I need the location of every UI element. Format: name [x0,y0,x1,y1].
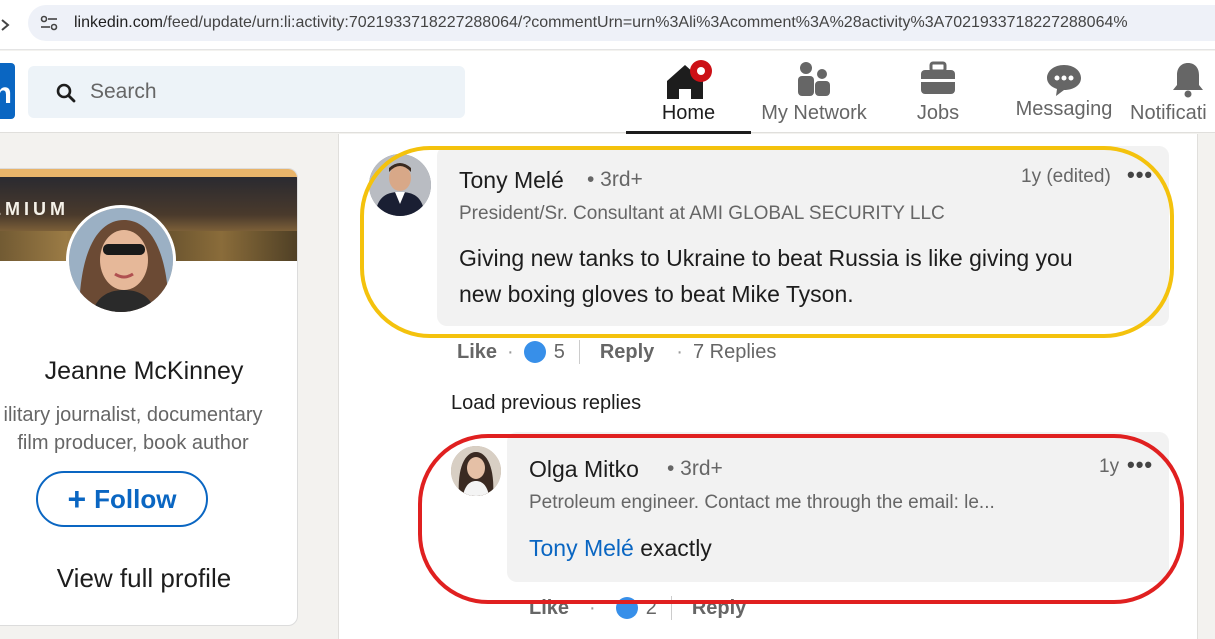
network-icon [798,62,830,96]
follow-button[interactable]: + Follow [36,471,208,527]
nav-my-network-label: My Network [761,102,867,124]
url-text[interactable]: linkedin.com/feed/update/urn:li:activity… [74,14,1128,32]
comment-timestamp: 1y (edited) [1021,166,1111,187]
comment-actions: Like · 5 Reply · 7 Replies [457,340,776,364]
like-reaction-icon[interactable] [615,597,638,619]
url-host: linkedin.com [74,14,163,31]
comment-avatar[interactable] [369,154,431,216]
premium-badge: EMIUM [0,199,69,219]
profile-avatar[interactable] [66,205,176,315]
follow-button-label: Follow [94,483,177,514]
site-settings-icon[interactable] [40,15,58,31]
nav-messaging[interactable]: Messaging [1010,57,1118,133]
messaging-icon [1047,65,1081,96]
reply-text: Tony Melé exactly [529,530,712,566]
profile-headline-line1: ilitary journalist, documentary [3,404,263,426]
profile-name[interactable]: Jeanne McKinney [11,357,277,386]
reply-bubble: Olga Mitko • 3rd+ 1y ••• Petroleum engin… [507,432,1169,582]
commenter-photo [369,154,431,216]
nav-messaging-label: Messaging [1015,98,1113,120]
nav-jobs-label: Jobs [916,102,960,124]
nav-notifications-label: Notificati [1130,102,1207,124]
connection-degree: • 3rd+ [587,168,643,191]
reply-avatar[interactable] [451,446,501,496]
profile-headline-line2: film producer, book author [17,432,249,454]
comment-author[interactable]: Tony Melé [459,167,564,194]
comment-bubble: Tony Melé • 3rd+ 1y (edited) ••• Preside… [437,146,1169,326]
more-options-icon[interactable]: ••• [1127,162,1153,188]
url-path: /feed/update/urn:li:activity:70219337182… [162,14,1128,31]
search-input[interactable] [90,78,440,106]
like-button[interactable]: Like [529,597,569,620]
connection-degree: • 3rd+ [667,457,723,480]
divider [578,340,580,364]
reply-actions: Like · 2 Reply [529,596,746,620]
author-headline: Petroleum engineer. Contact me through t… [529,492,995,513]
search-box[interactable] [28,66,465,118]
address-bar[interactable]: linkedin.com/feed/update/urn:li:activity… [28,5,1215,41]
reply-button[interactable]: Reply [600,341,654,364]
tab-edge-icon [1,19,10,31]
nav-jobs[interactable]: Jobs [890,57,986,133]
separator-dot: · [676,340,683,363]
like-reaction-icon[interactable] [523,341,546,363]
like-button[interactable]: Like [457,341,497,364]
nav-my-network[interactable]: My Network [752,57,876,133]
mention-link[interactable]: Tony Melé [529,535,634,561]
like-count[interactable]: 2 [646,597,657,620]
replies-count-link[interactable]: 7 Replies [693,341,776,364]
bell-icon [1173,63,1203,98]
divider [670,596,672,620]
view-full-profile-link[interactable]: View full profile [11,563,277,594]
like-count[interactable]: 5 [554,341,565,364]
comment-text-line2: new boxing gloves to beat Mike Tyson. [459,281,854,307]
premium-bar [0,169,297,177]
global-nav: n Home My Network Jobs [0,51,1215,134]
profile-photo [69,208,173,312]
plus-icon: + [67,481,87,517]
reply-button[interactable]: Reply [692,597,746,620]
comment-text-line1: Giving new tanks to Ukraine to beat Russ… [459,245,1073,271]
replier-photo [451,446,501,496]
nav-notifications[interactable]: Notificati [1128,57,1215,133]
reply-timestamp: 1y [1099,456,1120,477]
nav-home-label: Home [661,102,716,124]
load-previous-replies-button[interactable]: Load previous replies [451,392,641,415]
browser-toolbar: linkedin.com/feed/update/urn:li:activity… [0,0,1215,50]
linkedin-logo[interactable]: n [0,63,15,119]
home-icon [666,60,712,99]
search-icon [56,83,76,103]
comments-section: Tony Melé • 3rd+ 1y (edited) ••• Preside… [338,134,1198,639]
separator-dot: · [589,596,596,619]
separator-dot: · [507,340,514,363]
reply-text-body: exactly [640,535,712,561]
profile-card: EMIUM Jeanne McKinney ilitary journalist… [0,168,298,626]
author-headline: President/Sr. Consultant at AMI GLOBAL S… [459,203,945,224]
profile-headline: ilitary journalist, documentary film pro… [0,401,277,457]
briefcase-icon [921,61,955,94]
nav-home[interactable]: Home [626,57,751,134]
more-options-icon[interactable]: ••• [1127,452,1153,478]
logo-letter: n [0,77,12,110]
reply-author[interactable]: Olga Mitko [529,456,639,483]
comment-text: Giving new tanks to Ukraine to beat Russ… [459,240,1159,312]
